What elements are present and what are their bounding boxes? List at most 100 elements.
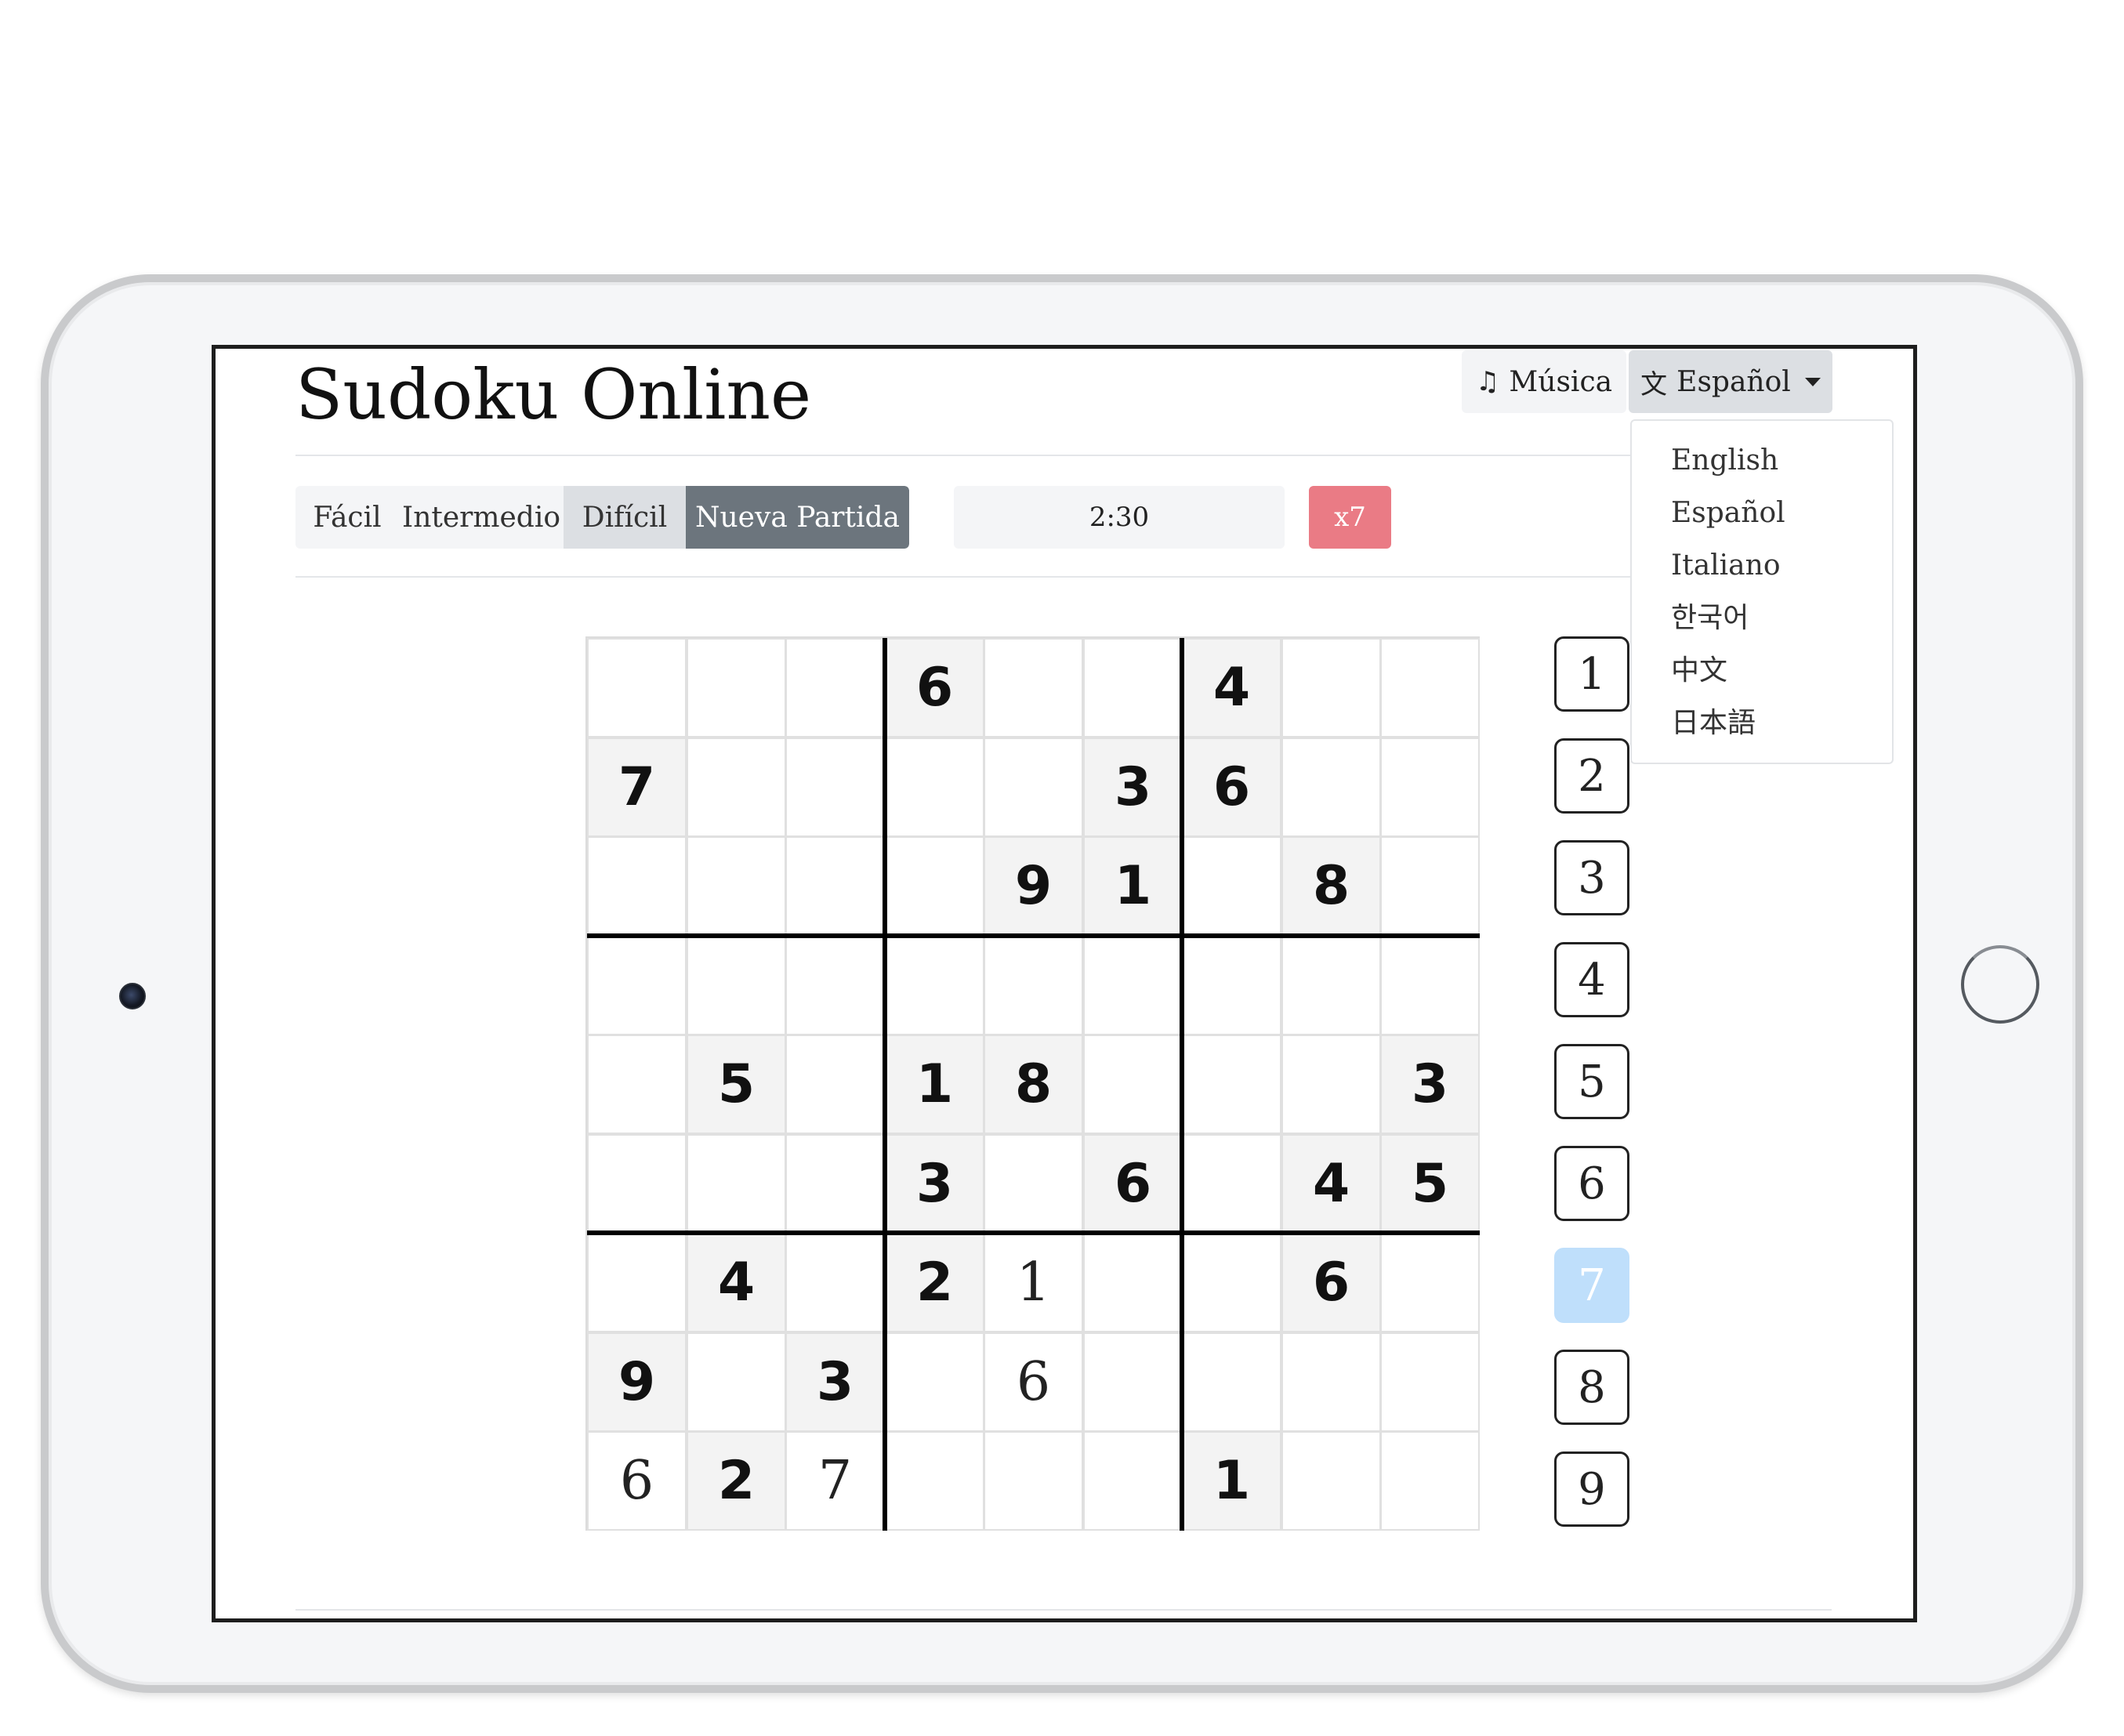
new-game-button[interactable]: Nueva Partida — [686, 486, 909, 549]
sudoku-cell[interactable]: 7 — [587, 738, 687, 837]
sudoku-cell[interactable] — [587, 1035, 687, 1134]
sudoku-cell[interactable] — [1281, 1332, 1381, 1432]
number-button-1[interactable]: 1 — [1554, 636, 1629, 712]
language-option[interactable]: 日本語 — [1632, 699, 1892, 752]
sudoku-cell[interactable] — [1380, 1431, 1480, 1531]
sudoku-cell[interactable]: 6 — [885, 638, 984, 738]
sudoku-cell[interactable] — [1083, 638, 1183, 738]
sudoku-cell[interactable]: 7 — [785, 1431, 885, 1531]
sudoku-cell[interactable] — [1182, 1035, 1281, 1134]
sudoku-cell[interactable] — [1380, 1332, 1480, 1432]
sudoku-cell[interactable]: 4 — [1281, 1134, 1381, 1234]
sudoku-cell[interactable] — [687, 738, 786, 837]
sudoku-cell[interactable]: 9 — [984, 836, 1083, 936]
number-button-9[interactable]: 9 — [1554, 1451, 1629, 1527]
sudoku-cell[interactable]: 1 — [1182, 1431, 1281, 1531]
language-dropdown-button[interactable]: 文 Español — [1629, 350, 1832, 413]
number-button-6[interactable]: 6 — [1554, 1146, 1629, 1221]
sudoku-cell[interactable]: 6 — [1083, 1134, 1183, 1234]
sudoku-cell[interactable] — [1380, 738, 1480, 837]
sudoku-cell[interactable] — [1182, 1332, 1281, 1432]
sudoku-cell[interactable] — [1083, 1035, 1183, 1134]
sudoku-cell[interactable] — [1182, 1134, 1281, 1234]
sudoku-cell[interactable] — [1182, 936, 1281, 1035]
sudoku-cell[interactable] — [984, 638, 1083, 738]
language-option[interactable]: 中文 — [1632, 647, 1892, 699]
sudoku-cell[interactable] — [1083, 1431, 1183, 1531]
sudoku-cell[interactable]: 4 — [1182, 638, 1281, 738]
sudoku-cell[interactable] — [785, 1134, 885, 1234]
language-option[interactable]: Italiano — [1632, 542, 1892, 594]
sudoku-cell[interactable] — [785, 1035, 885, 1134]
sudoku-cell[interactable] — [587, 936, 687, 1035]
sudoku-cell[interactable] — [1380, 638, 1480, 738]
sudoku-cell[interactable]: 8 — [984, 1035, 1083, 1134]
sudoku-cell[interactable]: 2 — [885, 1233, 984, 1332]
sudoku-cell[interactable] — [1182, 1233, 1281, 1332]
sudoku-cell[interactable] — [1380, 836, 1480, 936]
sudoku-cell[interactable]: 9 — [587, 1332, 687, 1432]
home-button[interactable] — [1961, 945, 2039, 1024]
music-button[interactable]: ♫ Música — [1462, 350, 1626, 413]
number-button-5[interactable]: 5 — [1554, 1044, 1629, 1119]
sudoku-cell[interactable] — [1281, 638, 1381, 738]
sudoku-cell[interactable] — [587, 836, 687, 936]
language-option[interactable]: Español — [1632, 489, 1892, 542]
sudoku-cell[interactable] — [785, 638, 885, 738]
sudoku-cell[interactable]: 1 — [885, 1035, 984, 1134]
sudoku-cell[interactable] — [687, 836, 786, 936]
sudoku-cell[interactable] — [785, 836, 885, 936]
sudoku-cell[interactable] — [587, 1134, 687, 1234]
sudoku-cell[interactable] — [1281, 936, 1381, 1035]
sudoku-cell[interactable] — [885, 1431, 984, 1531]
number-button-3[interactable]: 3 — [1554, 840, 1629, 915]
sudoku-cell[interactable]: 1 — [984, 1233, 1083, 1332]
language-option[interactable]: English — [1632, 437, 1892, 489]
sudoku-cell[interactable] — [984, 738, 1083, 837]
sudoku-cell[interactable] — [785, 1233, 885, 1332]
sudoku-cell[interactable] — [885, 836, 984, 936]
sudoku-cell[interactable] — [687, 936, 786, 1035]
sudoku-cell[interactable] — [1083, 1233, 1183, 1332]
sudoku-cell[interactable] — [587, 1233, 687, 1332]
sudoku-cell[interactable]: 3 — [1083, 738, 1183, 837]
sudoku-cell[interactable]: 5 — [1380, 1134, 1480, 1234]
sudoku-cell[interactable] — [1083, 1332, 1183, 1432]
sudoku-cell[interactable]: 6 — [1182, 738, 1281, 837]
number-button-4[interactable]: 4 — [1554, 942, 1629, 1017]
sudoku-cell[interactable] — [1083, 936, 1183, 1035]
sudoku-cell[interactable]: 8 — [1281, 836, 1381, 936]
sudoku-cell[interactable]: 6 — [587, 1431, 687, 1531]
difficulty-medium-button[interactable]: Intermedio — [399, 486, 564, 549]
sudoku-cell[interactable]: 4 — [687, 1233, 786, 1332]
sudoku-cell[interactable] — [1281, 738, 1381, 837]
number-button-2[interactable]: 2 — [1554, 738, 1629, 814]
difficulty-easy-button[interactable]: Fácil — [295, 486, 399, 549]
sudoku-cell[interactable] — [885, 936, 984, 1035]
sudoku-cell[interactable] — [1182, 836, 1281, 936]
language-option[interactable]: 한국어 — [1632, 594, 1892, 647]
sudoku-cell[interactable] — [1281, 1431, 1381, 1531]
sudoku-cell[interactable] — [885, 738, 984, 837]
sudoku-cell[interactable] — [1380, 936, 1480, 1035]
sudoku-cell[interactable]: 3 — [885, 1134, 984, 1234]
sudoku-cell[interactable]: 3 — [785, 1332, 885, 1432]
sudoku-cell[interactable] — [1281, 1035, 1381, 1134]
sudoku-cell[interactable] — [885, 1332, 984, 1432]
sudoku-cell[interactable] — [687, 1134, 786, 1234]
number-button-7[interactable]: 7 — [1554, 1248, 1629, 1323]
sudoku-cell[interactable] — [984, 1134, 1083, 1234]
sudoku-cell[interactable]: 6 — [984, 1332, 1083, 1432]
sudoku-cell[interactable] — [687, 638, 786, 738]
sudoku-cell[interactable] — [687, 1332, 786, 1432]
sudoku-cell[interactable]: 2 — [687, 1431, 786, 1531]
sudoku-cell[interactable] — [984, 936, 1083, 1035]
sudoku-cell[interactable] — [785, 738, 885, 837]
sudoku-cell[interactable] — [587, 638, 687, 738]
sudoku-cell[interactable]: 5 — [687, 1035, 786, 1134]
sudoku-cell[interactable] — [984, 1431, 1083, 1531]
sudoku-cell[interactable] — [785, 936, 885, 1035]
sudoku-cell[interactable]: 1 — [1083, 836, 1183, 936]
sudoku-cell[interactable] — [1380, 1233, 1480, 1332]
difficulty-hard-button[interactable]: Difícil — [564, 486, 686, 549]
